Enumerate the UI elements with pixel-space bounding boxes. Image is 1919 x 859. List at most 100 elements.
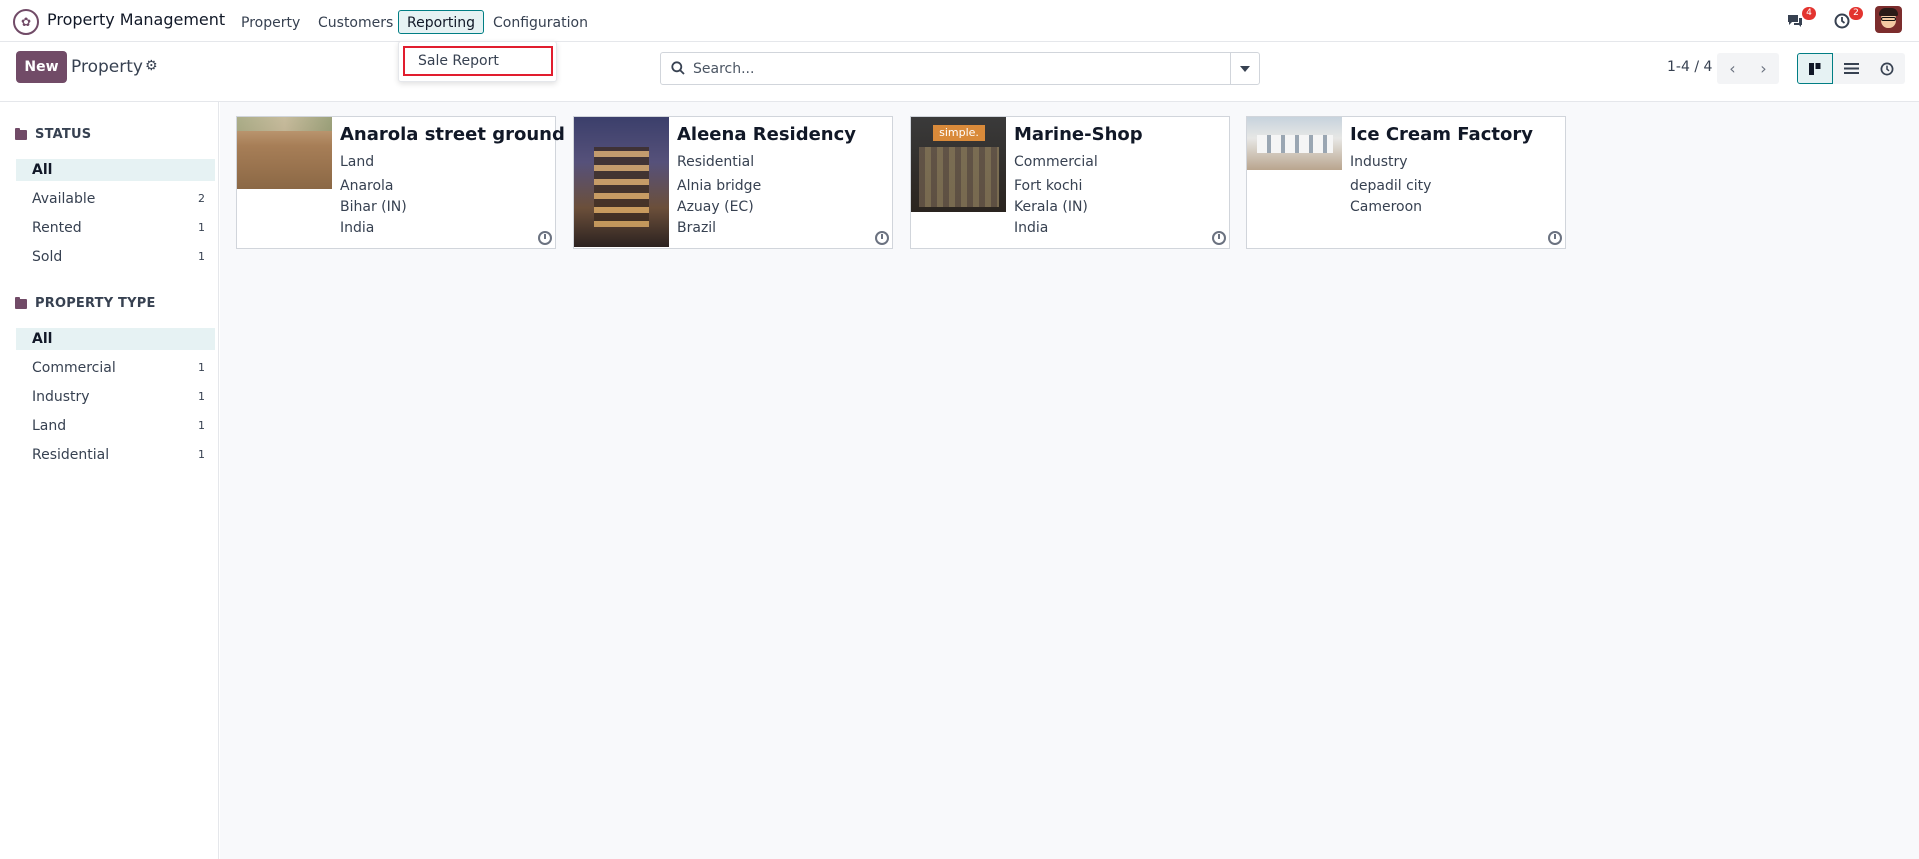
top-navbar: ✿ Property Management Property Customers… <box>0 0 1919 42</box>
activity-view-button[interactable] <box>1869 53 1905 84</box>
card-city: Anarola <box>340 178 394 194</box>
shop-shelf <box>919 147 999 207</box>
avatar-glasses <box>1881 17 1896 21</box>
kanban-card[interactable]: simple. Marine-Shop Commercial Fort koch… <box>910 116 1230 249</box>
menu-customers[interactable]: Customers <box>309 10 402 34</box>
card-country: Cameroon <box>1350 199 1423 215</box>
list-view-button[interactable] <box>1833 53 1869 84</box>
facet-count: 1 <box>198 448 205 461</box>
kanban-card[interactable]: Ice Cream Factory Industry depadil city … <box>1246 116 1566 249</box>
facet-status-available[interactable]: Available 2 <box>16 188 215 210</box>
facet-count: 1 <box>198 250 205 263</box>
activities-button[interactable]: 2 <box>1831 7 1863 31</box>
card-country: India <box>340 220 375 236</box>
reporting-dropdown: Sale Report <box>398 41 557 82</box>
facet-label: All <box>32 162 53 178</box>
status-section-header: STATUS <box>15 127 91 142</box>
card-country: Brazil <box>677 220 717 236</box>
card-type: Residential <box>677 154 755 170</box>
chevron-right-icon: › <box>1760 59 1767 78</box>
card-state: Bihar (IN) <box>340 199 407 215</box>
activity-clock-icon[interactable] <box>538 231 552 245</box>
messages-button[interactable]: 4 <box>1784 7 1816 31</box>
clock-icon <box>1834 13 1850 29</box>
messages-badge: 4 <box>1802 7 1816 20</box>
new-button[interactable]: New <box>16 51 67 83</box>
activity-clock-icon[interactable] <box>1212 231 1226 245</box>
facet-count: 2 <box>198 192 205 205</box>
menu-item-sale-report[interactable]: Sale Report <box>403 46 553 76</box>
search-panel: STATUS All Available 2 Rented 1 Sold 1 P… <box>0 102 219 859</box>
kanban-view-button[interactable] <box>1797 53 1833 84</box>
card-title: Marine-Shop <box>1014 124 1143 145</box>
list-icon <box>1843 63 1859 74</box>
pager-previous-button[interactable]: ‹ <box>1717 53 1748 84</box>
activity-clock-icon[interactable] <box>1548 231 1562 245</box>
facet-type-land[interactable]: Land 1 <box>16 415 215 437</box>
facet-status-rented[interactable]: Rented 1 <box>16 217 215 239</box>
avatar-hair <box>1879 8 1898 16</box>
folder-icon <box>15 296 27 309</box>
user-avatar[interactable] <box>1875 6 1902 33</box>
card-type: Land <box>340 154 375 170</box>
facet-label: Land <box>32 418 67 434</box>
pager-next-button[interactable]: › <box>1748 53 1779 84</box>
folder-icon <box>15 127 27 140</box>
facet-type-all[interactable]: All <box>16 328 215 350</box>
facet-label: Available <box>32 191 96 207</box>
search-bar <box>660 52 1260 85</box>
facet-label: Residential <box>32 447 110 463</box>
search-input[interactable] <box>693 54 1223 83</box>
card-title: Aleena Residency <box>677 124 857 145</box>
card-title: Ice Cream Factory <box>1350 124 1533 145</box>
app-name[interactable]: Property Management <box>47 10 225 29</box>
kanban-card[interactable]: Anarola street ground Land Anarola Bihar… <box>236 116 565 249</box>
property-type-section-header: PROPERTY TYPE <box>15 296 156 311</box>
page-title: Property <box>71 57 143 77</box>
facet-count: 1 <box>198 361 205 374</box>
card-title: Anarola street ground <box>340 124 565 145</box>
card-state: Kerala (IN) <box>1014 199 1088 215</box>
control-panel: New Property ⚙ 1-4 / 4 ‹ › <box>0 42 1919 102</box>
search-options-toggle[interactable] <box>1230 53 1259 84</box>
card-state: Azuay (EC) <box>677 199 754 215</box>
activity-clock-icon[interactable] <box>875 231 889 245</box>
property-type-section-title: PROPERTY TYPE <box>35 296 156 311</box>
property-image: simple. <box>911 117 1006 212</box>
card-country: India <box>1014 220 1049 236</box>
status-section-title: STATUS <box>35 127 92 142</box>
facet-count: 1 <box>198 390 205 403</box>
pager-value[interactable]: 1-4 / 4 <box>1667 59 1712 75</box>
facet-type-industry[interactable]: Industry 1 <box>16 386 215 408</box>
facet-count: 1 <box>198 419 205 432</box>
card-type: Commercial <box>1014 154 1098 170</box>
gear-icon[interactable]: ⚙ <box>145 58 158 74</box>
activities-badge: 2 <box>1849 7 1863 20</box>
kanban-card[interactable]: Aleena Residency Residential Alnia bridg… <box>573 116 893 249</box>
kanban-view: Anarola street ground Land Anarola Bihar… <box>220 102 1919 859</box>
facet-type-residential[interactable]: Residential 1 <box>16 444 215 466</box>
card-city: Alnia bridge <box>677 178 762 194</box>
card-type: Industry <box>1350 154 1408 170</box>
property-image <box>574 117 669 247</box>
caret-down-icon <box>1240 65 1250 72</box>
search-icon <box>671 61 685 75</box>
clock-icon <box>1880 62 1894 75</box>
shop-sign: simple. <box>933 125 985 141</box>
facet-count: 1 <box>198 221 205 234</box>
chevron-left-icon: ‹ <box>1729 59 1736 78</box>
card-city: Fort kochi <box>1014 178 1083 194</box>
facet-type-commercial[interactable]: Commercial 1 <box>16 357 215 379</box>
property-image <box>1247 117 1342 170</box>
facet-label: All <box>32 331 53 347</box>
menu-property[interactable]: Property <box>232 10 309 34</box>
menu-configuration[interactable]: Configuration <box>484 10 597 34</box>
kanban-icon <box>1809 62 1821 75</box>
facet-label: Rented <box>32 220 82 236</box>
facet-status-all[interactable]: All <box>16 159 215 181</box>
app-logo-icon[interactable]: ✿ <box>13 9 39 35</box>
facet-status-sold[interactable]: Sold 1 <box>16 246 215 268</box>
facet-label: Sold <box>32 249 63 265</box>
property-image <box>237 117 332 189</box>
menu-reporting[interactable]: Reporting <box>398 10 485 34</box>
